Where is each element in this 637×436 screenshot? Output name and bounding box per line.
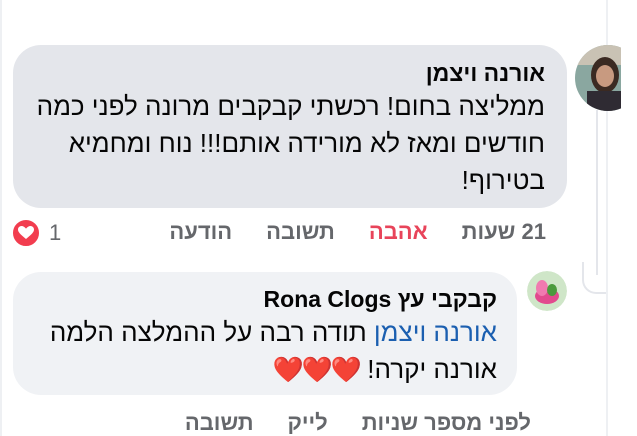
like-button[interactable]: לייק (288, 410, 328, 436)
reply-button[interactable]: תשובה (266, 219, 335, 245)
reaction-count: 1 (49, 220, 62, 245)
reaction-summary[interactable]: 1 (11, 218, 61, 248)
comment-author[interactable]: אורנה ויצמן (35, 58, 545, 88)
reply-text: אורנה ויצמן תודה רבה על ההמלצה הלמה אורנ… (29, 314, 497, 389)
reply-author[interactable]: קבקבי עץ Rona Clogs (29, 284, 497, 314)
hearts-emoji: ❤️❤️❤️ (272, 356, 362, 384)
commenter-avatar[interactable] (575, 45, 621, 111)
love-button[interactable]: אהבה (369, 219, 428, 245)
comment-timestamp[interactable]: 21 שעות (462, 219, 546, 245)
reply-actions: לפני מספר שניות לייק תשובה (151, 410, 531, 436)
thread-branch (582, 262, 606, 294)
reply-to-reply-button[interactable]: תשובה (185, 410, 254, 436)
mention-link[interactable]: אורנה ויצמן (374, 317, 497, 347)
thread-line (596, 110, 598, 275)
message-button[interactable]: הודעה (169, 219, 232, 245)
comment-actions: 21 שעות אהבה תשובה הודעה (135, 218, 546, 246)
reply-bubble: קבקבי עץ Rona Clogs אורנה ויצמן תודה רבה… (13, 272, 517, 395)
left-edge-divider (0, 0, 2, 436)
reply-timestamp[interactable]: לפני מספר שניות (362, 410, 531, 436)
avatar-photo-icon (575, 45, 621, 111)
page-logo-icon (527, 271, 567, 311)
comment-text: ממליצה בחום! רכשתי קבקבים מרונה לפני כמה… (36, 91, 545, 195)
page-avatar[interactable] (527, 271, 567, 311)
heart-icon (11, 218, 41, 248)
comment-bubble: אורנה ויצמן ממליצה בחום! רכשתי קבקבים מר… (13, 45, 567, 208)
